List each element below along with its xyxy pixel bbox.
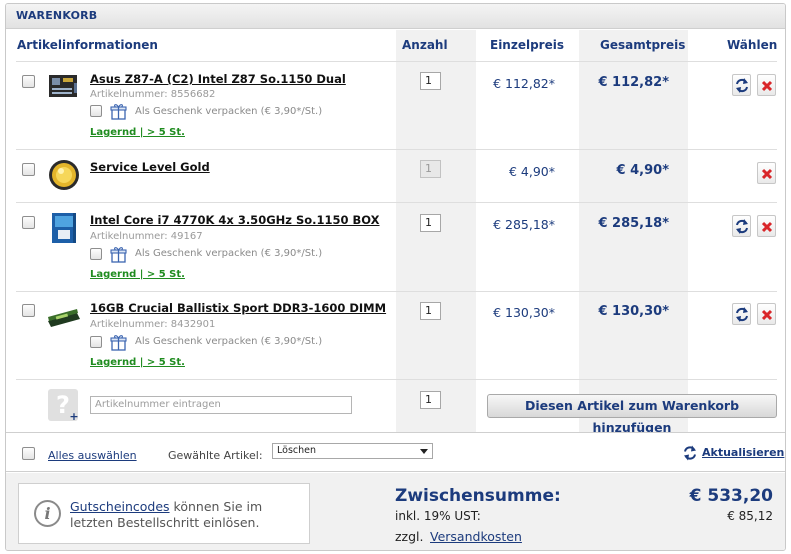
item-name-link[interactable]: Intel Core i7 4770K 4x 3.50GHz So.1150 B… [90,213,380,227]
item-article-number: Artikelnummer: 49167 [90,231,203,242]
col-header-total-price: Gesamtpreis [600,38,686,52]
item-article-number: Artikelnummer: 8556682 [90,89,216,100]
subtotal-value: € 533,20 [689,486,773,506]
row-divider [16,61,777,62]
item-select-checkbox[interactable] [22,75,35,88]
col-header-unit-price: Einzelpreis [490,38,564,52]
gift-wrap-label: Als Geschenk verpacken (€ 3,90*/St.) [135,248,323,259]
quantity-input[interactable]: 1 [420,302,441,320]
unit-price: € 112,82* [493,76,555,91]
unit-price: € 285,18* [493,217,555,232]
question-mark-icon: ? + [48,389,79,422]
row-divider [16,149,777,150]
ram-module-thumbnail [48,309,80,327]
bulk-action-select[interactable]: Löschen [272,443,433,459]
stock-status-link[interactable]: Lagernd | > 5 St. [90,269,185,280]
gold-medal-thumbnail [49,160,79,190]
total-price: € 112,82* [598,75,669,90]
delete-x-icon [761,168,773,180]
item-name-link[interactable]: 16GB Crucial Ballistix Sport DDR3-1600 D… [90,301,386,315]
quantity-input-disabled: 1 [420,160,441,178]
refresh-arrows-icon [736,307,748,322]
select-all-checkbox[interactable] [22,447,35,460]
mainboard-thumbnail [49,75,77,97]
total-price: € 285,18* [598,216,669,231]
shipping-costs-link[interactable]: Versandkosten [430,529,522,544]
unit-price: € 130,30* [493,305,555,320]
item-article-number: Artikelnummer: 8432901 [90,319,216,330]
quantity-input[interactable]: 1 [420,214,441,232]
delete-item-button[interactable] [757,303,776,325]
voucher-note: Gutscheincodes können Sie im letzten Bes… [70,499,300,531]
gift-box-icon [110,247,127,263]
cart-header: WARENKORB [6,4,785,29]
gift-box-icon [110,335,127,351]
total-price: € 130,30* [598,304,669,319]
gift-wrap-label: Als Geschenk verpacken (€ 3,90*/St.) [135,336,323,347]
quantity-input[interactable]: 1 [420,72,441,90]
delete-item-button[interactable] [757,162,776,184]
article-number-input[interactable]: Artikelnummer eintragen [90,396,352,414]
row-divider [16,379,777,380]
bulk-action-value: Löschen [277,445,316,456]
total-column-shade [579,30,688,432]
delete-x-icon [761,80,773,92]
add-quantity-input[interactable]: 1 [420,391,441,409]
refresh-item-button[interactable] [732,303,751,325]
item-name-link[interactable]: Service Level Gold [90,160,210,174]
cpu-box-thumbnail [52,213,76,243]
stock-status-link[interactable]: Lagernd | > 5 St. [90,357,185,368]
delete-x-icon [761,221,773,233]
gift-wrap-checkbox[interactable] [90,336,102,348]
select-all-link[interactable]: Alles auswählen [48,449,137,462]
col-header-qty: Anzahl [402,38,448,52]
item-name-link[interactable]: Asus Z87-A (C2) Intel Z87 So.1150 Dual [90,72,346,86]
refresh-item-button[interactable] [732,215,751,237]
refresh-item-button[interactable] [732,74,751,96]
refresh-arrows-icon [684,445,696,461]
vat-label: inkl. 19% UST: [395,509,481,523]
subtotal-label: Zwischensumme: [395,486,561,506]
add-to-cart-button[interactable]: Diesen Artikel zum Warenkorb hinzufügen [487,394,777,435]
cart-footer: i Gutscheincodes können Sie im letzten B… [6,473,785,550]
col-header-choose: Wählen [727,38,778,52]
item-select-checkbox[interactable] [22,216,35,229]
unit-price: € 4,90* [508,164,555,179]
gift-wrap-label: Als Geschenk verpacken (€ 3,90*/St.) [135,106,323,117]
delete-x-icon [761,309,773,321]
gift-wrap-checkbox[interactable] [90,248,102,260]
gift-box-icon [110,104,127,120]
col-header-info: Artikelinformationen [17,38,158,52]
svg-text:?: ? [56,391,70,419]
total-price: € 4,90* [616,163,669,178]
selected-items-label: Gewählte Artikel: [168,449,263,462]
item-select-checkbox[interactable] [22,163,35,176]
shipping-prefix: zzgl. [395,529,424,544]
refresh-arrows-icon [736,78,748,93]
delete-item-button[interactable] [757,74,776,96]
item-select-checkbox[interactable] [22,304,35,317]
delete-item-button[interactable] [757,215,776,237]
svg-text:+: + [69,410,78,422]
stock-status-link[interactable]: Lagernd | > 5 St. [90,127,185,138]
gift-wrap-checkbox[interactable] [90,105,102,117]
refresh-cart-link[interactable]: Aktualisieren [702,446,784,459]
row-divider [16,202,777,203]
voucher-note-box: i Gutscheincodes können Sie im letzten B… [18,483,310,544]
chevron-down-icon [420,449,428,454]
cart-panel: WARENKORB Artikelinformationen Anzahl Ei… [5,3,786,551]
row-divider [16,291,777,292]
info-icon: i [34,500,61,527]
voucher-codes-link[interactable]: Gutscheincodes [70,499,170,514]
vat-value: € 85,12 [727,509,773,523]
refresh-arrows-icon [736,219,748,234]
